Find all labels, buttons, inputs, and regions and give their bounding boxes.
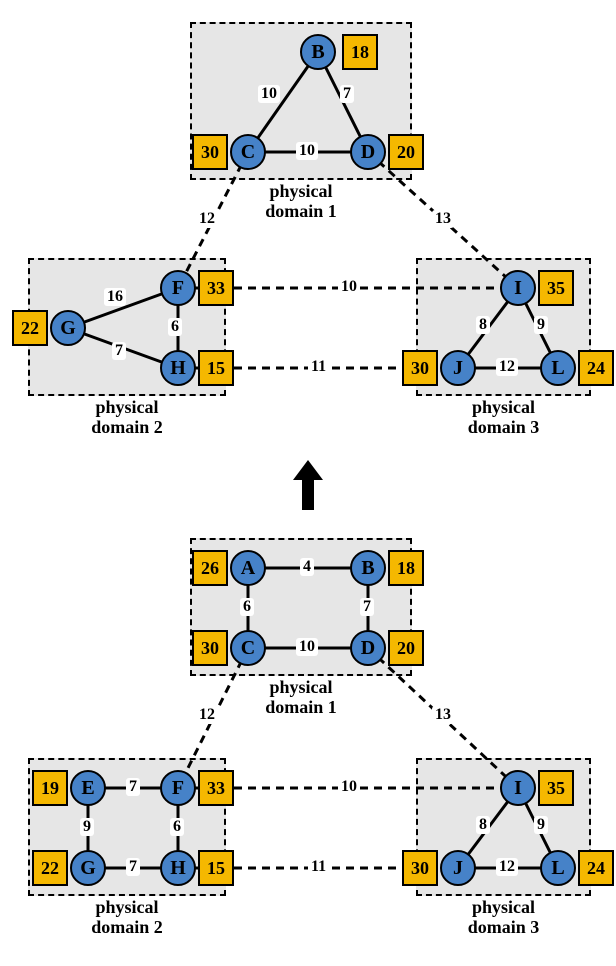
top-edge-HJ: 11 — [308, 358, 329, 376]
bottom-edge-JL: 12 — [496, 858, 518, 876]
bottom-badge-D: 20 — [388, 630, 424, 666]
bottom-edge-FH: 6 — [170, 818, 184, 836]
bottom-edge-AB: 4 — [300, 558, 314, 576]
top-edge-IJ: 8 — [476, 316, 490, 334]
top-badge-J: 30 — [402, 350, 438, 386]
bottom-node-A: A — [230, 550, 266, 586]
top-badge-G: 22 — [12, 310, 48, 346]
bottom-badge-I: 35 — [538, 770, 574, 806]
top-node-G: G — [50, 310, 86, 346]
bottom-badge-L: 24 — [578, 850, 614, 886]
bottom-edge-BD: 7 — [360, 598, 374, 616]
bottom-badge-J: 30 — [402, 850, 438, 886]
bottom-node-J: J — [440, 850, 476, 886]
top-node-B: B — [300, 34, 336, 70]
top-badge-D: 20 — [388, 134, 424, 170]
bottom-node-C: C — [230, 630, 266, 666]
top-node-J: J — [440, 350, 476, 386]
bottom-node-G: G — [70, 850, 106, 886]
top-edge-BC: 10 — [258, 85, 280, 103]
bottom-edge-AC: 6 — [240, 598, 254, 616]
diagram-canvas: physicaldomain 1 B 18 C 30 D 20 10 7 10 … — [0, 0, 616, 966]
bottom-node-B: B — [350, 550, 386, 586]
top-edge-FI: 10 — [338, 278, 360, 296]
bottom-edge-EF: 7 — [126, 778, 140, 796]
top-node-L: L — [540, 350, 576, 386]
bottom-badge-E: 19 — [32, 770, 68, 806]
bottom-node-E: E — [70, 770, 106, 806]
bottom-badge-A: 26 — [192, 550, 228, 586]
top-edge-DI: 13 — [432, 210, 454, 228]
top-edge-GH: 7 — [112, 342, 126, 360]
bottom-edge-FI: 10 — [338, 778, 360, 796]
top-edge-CF: 12 — [196, 210, 218, 228]
top-edge-CD: 10 — [296, 142, 318, 160]
bottom-badge-H: 15 — [198, 850, 234, 886]
top-node-F: F — [160, 270, 196, 306]
top-edge-BD: 7 — [340, 85, 354, 103]
top-edge-FH: 6 — [168, 318, 182, 336]
bottom-edge-IJ: 8 — [476, 816, 490, 834]
bottom-edge-CD: 10 — [296, 638, 318, 656]
bottom-edge-HJ: 11 — [308, 858, 329, 876]
top-badge-I: 35 — [538, 270, 574, 306]
top-badge-H: 15 — [198, 350, 234, 386]
top-node-D: D — [350, 134, 386, 170]
bottom-node-I: I — [500, 770, 536, 806]
bottom-badge-B: 18 — [388, 550, 424, 586]
top-badge-F: 33 — [198, 270, 234, 306]
top-edge-IL: 9 — [534, 316, 548, 334]
top-badge-C: 30 — [192, 134, 228, 170]
bottom-node-D: D — [350, 630, 386, 666]
bottom-edge-GH: 7 — [126, 858, 140, 876]
bottom-node-L: L — [540, 850, 576, 886]
bottom-node-H: H — [160, 850, 196, 886]
bottom-badge-C: 30 — [192, 630, 228, 666]
bottom-edge-EG: 9 — [80, 818, 94, 836]
bottom-node-F: F — [160, 770, 196, 806]
top-node-C: C — [230, 134, 266, 170]
bottom-edge-CF: 12 — [196, 706, 218, 724]
top-badge-B: 18 — [342, 34, 378, 70]
top-edge-FG: 16 — [104, 288, 126, 306]
top-badge-L: 24 — [578, 350, 614, 386]
bottom-badge-G: 22 — [32, 850, 68, 886]
bottom-edge-IL: 9 — [534, 816, 548, 834]
top-node-H: H — [160, 350, 196, 386]
bottom-badge-F: 33 — [198, 770, 234, 806]
top-node-I: I — [500, 270, 536, 306]
bottom-edge-DI: 13 — [432, 706, 454, 724]
top-edge-JL: 12 — [496, 358, 518, 376]
